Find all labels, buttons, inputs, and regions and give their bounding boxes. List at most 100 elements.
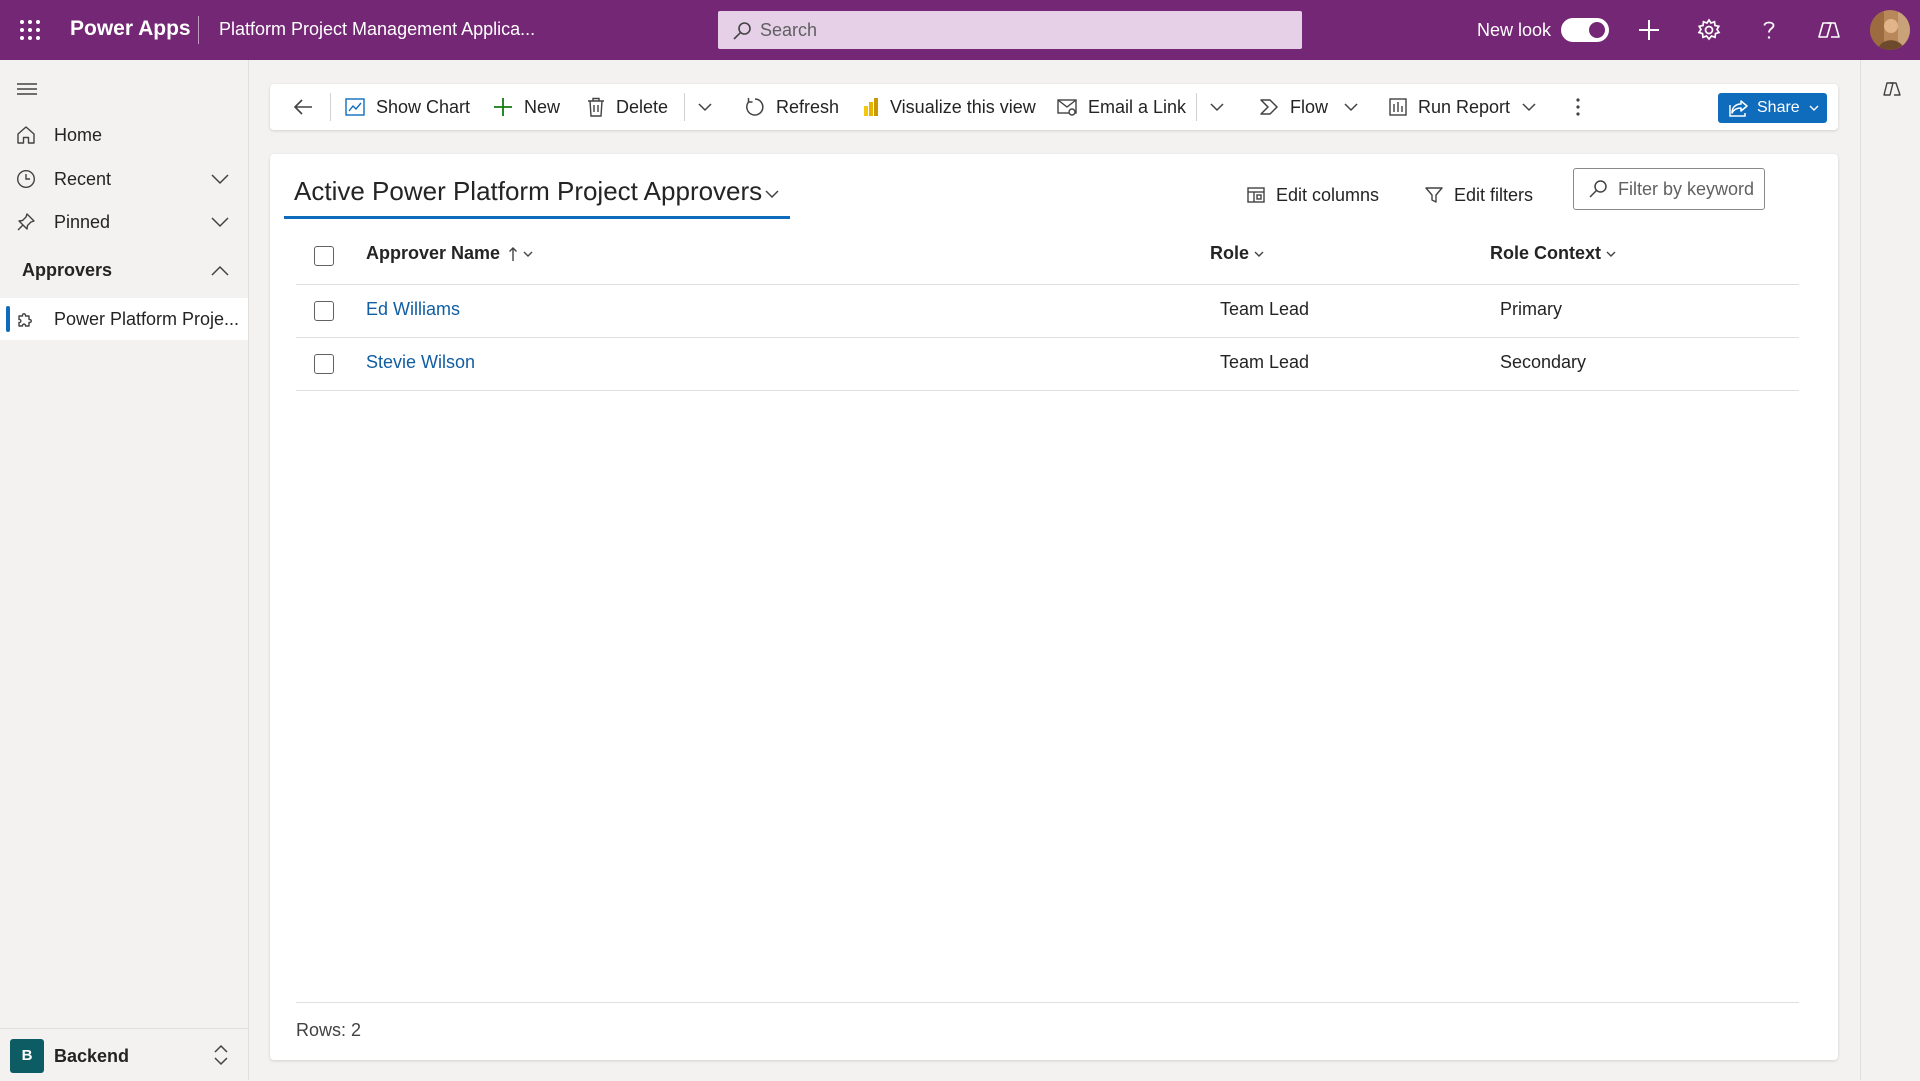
row-checkbox[interactable] (314, 354, 334, 374)
view-card: Active Power Platform Project Approvers … (270, 154, 1838, 1060)
nav-item-label: Recent (54, 169, 112, 189)
run-report-button[interactable]: Run Report (1388, 84, 1510, 130)
hamburger-menu-icon[interactable] (16, 78, 38, 100)
sort-ascending-icon (508, 246, 518, 262)
column-header-approver-name[interactable]: Approver Name (366, 243, 534, 264)
nav-item-pinned[interactable]: Pinned (0, 201, 248, 243)
selection-indicator (6, 306, 10, 332)
delete-button[interactable]: Delete (586, 84, 668, 130)
more-commands-dropdown[interactable] (696, 84, 724, 130)
toggle-knob (1589, 22, 1605, 38)
nav-item-label: Power Platform Proje... (54, 309, 240, 329)
approver-name-link[interactable]: Ed Williams (366, 299, 460, 320)
column-header-role-context[interactable]: Role Context (1490, 243, 1617, 264)
chevron-down-icon[interactable] (210, 171, 230, 187)
rows-count: Rows: 2 (296, 1020, 362, 1040)
chevron-down-icon (522, 249, 534, 259)
chevron-up-icon[interactable] (210, 263, 230, 279)
chevron-down-icon (1208, 100, 1236, 114)
chevron-down-icon (1253, 249, 1265, 259)
more-vertical-icon (1574, 96, 1592, 118)
search-input[interactable] (760, 11, 1280, 49)
separator (1196, 93, 1197, 121)
home-icon (16, 125, 36, 145)
plus-icon[interactable] (1634, 15, 1664, 45)
plus-icon (492, 96, 524, 118)
clock-icon (16, 169, 36, 189)
role-cell: Team Lead (1220, 299, 1310, 319)
area-badge: B (10, 1039, 44, 1073)
report-icon (1388, 97, 1418, 117)
nav-item-label: Pinned (54, 212, 111, 232)
flow-dropdown[interactable] (1342, 84, 1370, 130)
view-title: Active Power Platform Project Approvers (294, 176, 763, 206)
trash-icon (586, 96, 616, 118)
mail-link-icon (1056, 97, 1088, 117)
settings-gear-icon[interactable] (1694, 15, 1724, 45)
global-search[interactable] (718, 11, 1302, 49)
share-button[interactable]: Share (1718, 93, 1827, 123)
copilot-icon[interactable] (1814, 15, 1844, 45)
run-report-dropdown[interactable] (1520, 84, 1548, 130)
arrow-left-icon (292, 96, 324, 118)
app-title[interactable]: Platform Project Management Applica... (219, 19, 535, 40)
table-row[interactable]: Stevie Wilson Team Lead Secondary (296, 338, 1799, 391)
visualize-view-button[interactable]: Visualize this view (862, 84, 1036, 130)
nav-item-recent[interactable]: Recent (0, 158, 248, 200)
help-icon[interactable] (1754, 15, 1784, 45)
refresh-icon (744, 96, 776, 118)
keyword-filter-input[interactable] (1618, 169, 1758, 209)
flow-button[interactable]: Flow (1258, 84, 1328, 130)
email-link-button[interactable]: Email a Link (1056, 84, 1186, 130)
visualize-label: Visualize this view (890, 96, 1036, 117)
edit-columns-label: Edit columns (1276, 184, 1380, 205)
new-button[interactable]: New (492, 84, 560, 130)
nav-group-approvers: Approvers (22, 260, 113, 280)
chevron-down-icon[interactable] (210, 214, 230, 230)
select-all-checkbox[interactable] (314, 246, 334, 266)
role-context-cell: Primary (1500, 299, 1562, 319)
new-look-label: New look (1477, 20, 1552, 40)
show-chart-button[interactable]: Show Chart (344, 84, 470, 130)
app-header: Power Apps Platform Project Management A… (0, 0, 1920, 60)
back-button[interactable] (292, 84, 324, 130)
new-label: New (524, 96, 561, 117)
user-avatar[interactable] (1870, 10, 1910, 50)
share-label: Share (1757, 99, 1800, 116)
filter-icon (1424, 185, 1454, 205)
pin-icon (16, 212, 36, 232)
column-header-role[interactable]: Role (1210, 243, 1265, 264)
app-launcher-icon[interactable] (18, 18, 42, 42)
new-look-toggle[interactable] (1561, 18, 1609, 42)
email-link-label: Email a Link (1088, 96, 1187, 117)
keyword-filter[interactable] (1573, 168, 1765, 210)
area-switcher[interactable]: B Backend (0, 1028, 248, 1081)
row-checkbox[interactable] (314, 301, 334, 321)
delete-label: Delete (616, 96, 669, 117)
view-selector[interactable]: Active Power Platform Project Approvers (284, 172, 790, 219)
nav-item-home[interactable]: Home (0, 114, 248, 156)
approver-name-link[interactable]: Stevie Wilson (366, 352, 475, 373)
left-navigation: Home Recent Pinned Approvers Power Platf… (0, 60, 249, 1080)
edit-columns-button[interactable]: Edit columns (1246, 180, 1379, 210)
power-bi-icon (862, 96, 890, 118)
copilot-pane-icon[interactable] (1881, 78, 1903, 100)
refresh-button[interactable]: Refresh (744, 84, 839, 130)
chart-icon (344, 96, 376, 118)
header-divider (198, 16, 199, 44)
nav-item-label: Home (54, 125, 103, 145)
flow-label: Flow (1290, 96, 1329, 117)
chevron-down-icon (1809, 104, 1819, 112)
column-header-label: Role Context (1490, 243, 1602, 263)
search-icon (1588, 179, 1608, 199)
edit-filters-button[interactable]: Edit filters (1424, 180, 1533, 210)
show-chart-label: Show Chart (376, 96, 471, 117)
nav-item-power-platform-project-approvers[interactable]: Power Platform Proje... (0, 298, 248, 340)
overflow-button[interactable] (1574, 84, 1592, 130)
app-name[interactable]: Power Apps (70, 17, 191, 41)
chevron-down-icon (1520, 100, 1548, 114)
table-row[interactable]: Ed Williams Team Lead Primary (296, 285, 1799, 338)
right-side-rail (1860, 60, 1920, 1080)
email-link-dropdown[interactable] (1208, 84, 1236, 130)
edit-filters-label: Edit filters (1454, 184, 1534, 205)
